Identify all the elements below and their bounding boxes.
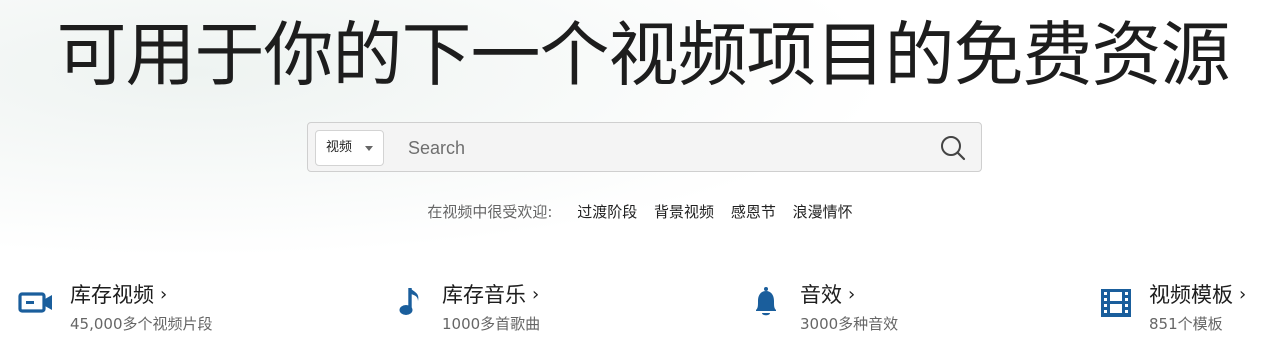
category-subtitle: 851个模板 <box>1149 315 1223 333</box>
chevron-right-icon: › <box>532 284 540 305</box>
category-title[interactable]: 库存视频 › <box>70 279 167 309</box>
popular-searches: 在视频中很受欢迎: 过渡阶段 背景视频 感恩节 浪漫情怀 <box>0 201 1286 222</box>
popular-tag-thanksgiving[interactable]: 感恩节 <box>731 203 776 221</box>
category-title-text: 视频模板 <box>1149 283 1233 307</box>
category-stock-video[interactable]: 库存视频 › 45,000多个视频片段 <box>18 276 268 336</box>
category-title[interactable]: 视频模板 › <box>1149 279 1246 309</box>
music-note-icon <box>399 288 419 315</box>
category-video-templates[interactable]: 视频模板 › 851个模板 <box>1098 276 1278 336</box>
category-title-text: 音效 <box>800 283 842 307</box>
search-icon[interactable] <box>939 134 967 162</box>
search-type-dropdown[interactable]: 视频 <box>315 130 384 166</box>
film-strip-icon <box>1101 289 1131 317</box>
category-title[interactable]: 库存音乐 › <box>442 279 539 309</box>
category-title-text: 库存音乐 <box>442 283 526 307</box>
popular-label: 在视频中很受欢迎: <box>427 203 553 221</box>
search-input[interactable] <box>400 131 936 165</box>
search-bar: 视频 <box>307 122 982 172</box>
bell-icon <box>756 287 776 316</box>
category-subtitle: 1000多首歌曲 <box>442 315 541 333</box>
category-title-text: 库存视频 <box>70 283 154 307</box>
chevron-right-icon: › <box>1239 284 1247 305</box>
popular-tag-transitions[interactable]: 过渡阶段 <box>577 203 637 221</box>
category-subtitle: 45,000多个视频片段 <box>70 315 213 333</box>
category-title[interactable]: 音效 › <box>800 279 855 309</box>
popular-tag-background-video[interactable]: 背景视频 <box>654 203 714 221</box>
popular-tag-romance[interactable]: 浪漫情怀 <box>793 203 853 221</box>
chevron-right-icon: › <box>160 284 168 305</box>
video-camera-icon <box>18 292 52 313</box>
caret-down-icon <box>365 146 373 151</box>
chevron-right-icon: › <box>848 284 856 305</box>
category-subtitle: 3000多种音效 <box>800 315 899 333</box>
category-sound-effects[interactable]: 音效 › 3000多种音效 <box>748 276 998 336</box>
hero-title: 可用于你的下一个视频项目的免费资源 <box>56 14 1231 96</box>
category-stock-music[interactable]: 库存音乐 › 1000多首歌曲 <box>396 276 646 336</box>
search-type-label: 视频 <box>326 140 353 155</box>
